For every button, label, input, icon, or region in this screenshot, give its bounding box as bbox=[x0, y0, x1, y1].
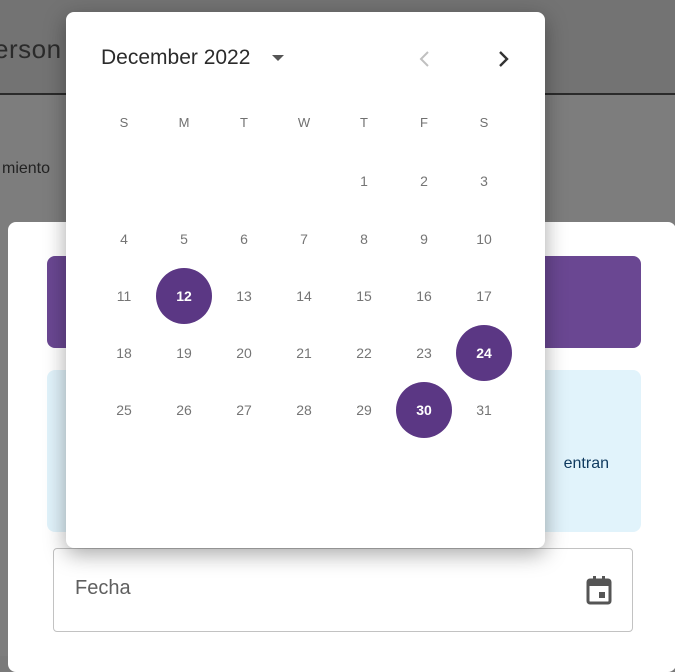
day-cell[interactable]: 13 bbox=[216, 268, 272, 324]
day-cell[interactable]: 5 bbox=[156, 211, 212, 267]
day-cell[interactable]: 20 bbox=[216, 325, 272, 381]
day-cell[interactable]: 28 bbox=[276, 382, 332, 438]
day-cell[interactable]: 6 bbox=[216, 211, 272, 267]
weekday-header: S bbox=[479, 114, 489, 130]
month-year-selector[interactable]: December 2022 bbox=[101, 46, 285, 70]
dropdown-arrow-icon bbox=[272, 55, 285, 61]
chevron-right-icon[interactable] bbox=[492, 48, 514, 70]
weekday-header: T bbox=[360, 114, 368, 130]
weekday-header: S bbox=[119, 114, 129, 130]
background-title: erson bbox=[0, 34, 62, 64]
date-picker-popup: December 2022 S M T W T F S 1 2 3 4 5 6 7 8 9 10 11 12 13 14… bbox=[66, 12, 545, 548]
day-cell[interactable]: 26 bbox=[156, 382, 212, 438]
day-cell-selected[interactable]: 12 bbox=[156, 268, 212, 324]
day-cell[interactable]: 22 bbox=[336, 325, 392, 381]
day-cell[interactable]: 21 bbox=[276, 325, 332, 381]
day-cell[interactable]: 19 bbox=[156, 325, 212, 381]
weekday-header: W bbox=[297, 114, 311, 130]
day-cell[interactable]: 17 bbox=[456, 268, 512, 324]
weekday-header: M bbox=[178, 114, 190, 130]
day-cell[interactable]: 7 bbox=[276, 211, 332, 267]
day-cell[interactable]: 1 bbox=[336, 153, 392, 209]
day-cell[interactable]: 8 bbox=[336, 211, 392, 267]
date-field[interactable]: Fecha bbox=[53, 548, 633, 632]
day-cell[interactable]: 25 bbox=[96, 382, 152, 438]
day-cell-selected[interactable]: 30 bbox=[396, 382, 452, 438]
day-cell[interactable]: 9 bbox=[396, 211, 452, 267]
day-cell[interactable]: 10 bbox=[456, 211, 512, 267]
day-cell[interactable]: 18 bbox=[96, 325, 152, 381]
date-field-label: Fecha bbox=[75, 577, 131, 599]
background-text: miento bbox=[2, 160, 51, 177]
day-cell[interactable]: 14 bbox=[276, 268, 332, 324]
day-cell[interactable]: 23 bbox=[396, 325, 452, 381]
day-cell[interactable]: 29 bbox=[336, 382, 392, 438]
day-cell[interactable]: 4 bbox=[96, 211, 152, 267]
day-cell[interactable]: 2 bbox=[396, 153, 452, 209]
weekday-header: F bbox=[420, 114, 428, 130]
info-text: entran bbox=[563, 455, 609, 472]
day-cell[interactable]: 15 bbox=[336, 268, 392, 324]
calendar-icon[interactable] bbox=[586, 575, 612, 605]
month-year-label: December 2022 bbox=[101, 46, 251, 69]
chevron-left-icon[interactable] bbox=[414, 48, 436, 70]
day-cell[interactable]: 3 bbox=[456, 153, 512, 209]
day-cell[interactable]: 27 bbox=[216, 382, 272, 438]
weekday-header: T bbox=[240, 114, 248, 130]
day-cell[interactable]: 11 bbox=[96, 268, 152, 324]
day-cell-selected[interactable]: 24 bbox=[456, 325, 512, 381]
day-cell[interactable]: 16 bbox=[396, 268, 452, 324]
day-cell[interactable]: 31 bbox=[456, 382, 512, 438]
